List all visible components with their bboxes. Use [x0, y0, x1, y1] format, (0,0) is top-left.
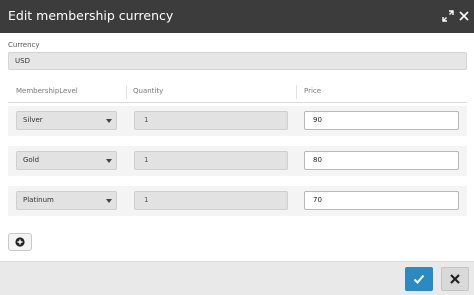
dialog-titlebar: Edit membership currency: [0, 0, 474, 33]
close-icon[interactable]: [457, 9, 471, 23]
x-icon: [450, 274, 460, 284]
membership-level-value: Platinum: [23, 196, 54, 204]
plus-circle-icon: [15, 237, 25, 247]
membership-level-select[interactable]: Gold: [16, 151, 117, 170]
chevron-down-icon: [106, 119, 112, 123]
chevron-down-icon: [106, 159, 112, 163]
column-divider: [296, 85, 297, 99]
dialog-footer: [0, 261, 474, 295]
quantity-field[interactable]: 1: [134, 151, 288, 170]
quantity-field[interactable]: 1: [134, 111, 288, 130]
price-input[interactable]: 90: [304, 111, 459, 130]
expand-icon[interactable]: [441, 9, 455, 23]
chevron-down-icon: [106, 199, 112, 203]
cancel-button[interactable]: [441, 267, 469, 291]
column-header-price: Price: [304, 87, 322, 95]
currency-field[interactable]: USD: [8, 52, 467, 70]
checkmark-icon: [413, 274, 425, 284]
membership-level-select[interactable]: Silver: [16, 111, 117, 130]
dialog-title: Edit membership currency: [8, 8, 174, 23]
currency-label: Currency: [8, 41, 40, 49]
membership-level-value: Gold: [23, 156, 40, 164]
membership-level-value: Silver: [23, 116, 43, 124]
column-header-membership-level: MembershipLevel: [16, 87, 78, 95]
column-divider: [126, 85, 127, 99]
edit-membership-currency-dialog: Edit membership currency Currency USD Me…: [0, 0, 474, 295]
confirm-button[interactable]: [405, 267, 433, 291]
column-header-quantity: Quantity: [133, 87, 164, 95]
price-input[interactable]: 80: [304, 151, 459, 170]
membership-level-select[interactable]: Platinum: [16, 191, 117, 210]
header-divider: [8, 102, 467, 103]
add-row-button[interactable]: [8, 233, 32, 251]
price-input[interactable]: 70: [304, 191, 459, 210]
quantity-field[interactable]: 1: [134, 191, 288, 210]
